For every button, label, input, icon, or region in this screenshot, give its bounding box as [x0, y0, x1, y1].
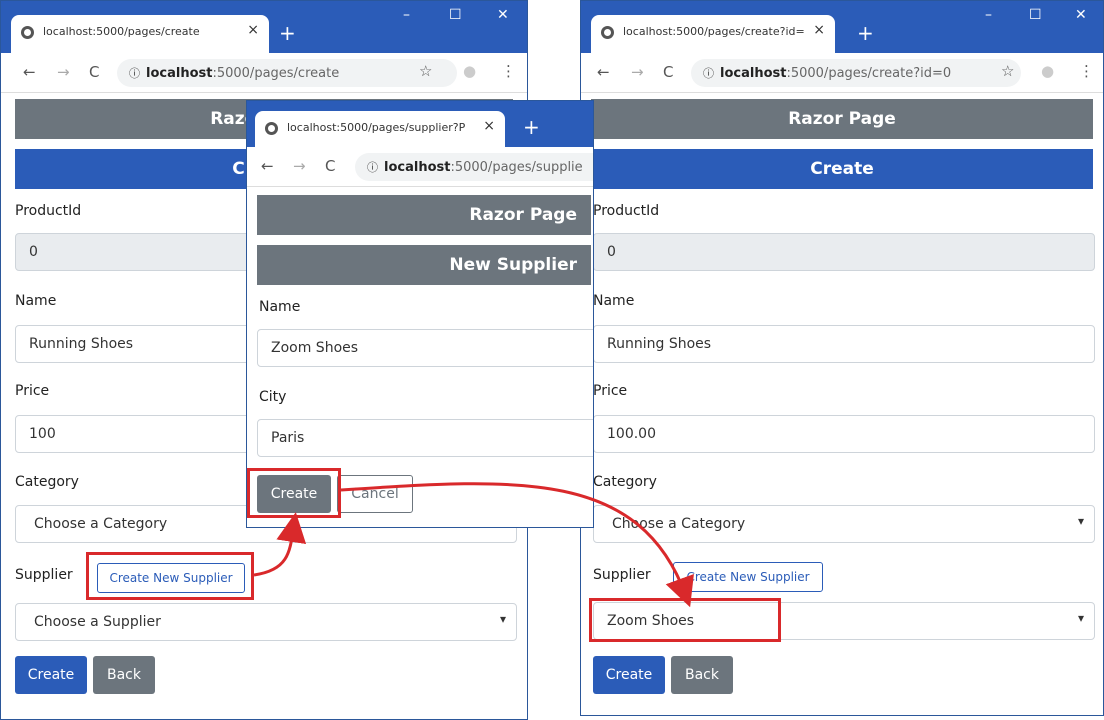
address-bar[interactable]: ⓘ localhost:5000/pages/create: [117, 59, 457, 87]
create-button[interactable]: Create: [15, 656, 87, 694]
title-bar: localhost:5000/pages/create?id= × + – ☐ …: [581, 1, 1103, 53]
highlight-create-new-supplier: [86, 552, 254, 600]
maximize-icon[interactable]: ☐: [1029, 7, 1042, 23]
page-header: Razor Page: [257, 195, 591, 235]
productid-field: 0: [593, 233, 1095, 271]
action-header: New Supplier: [257, 245, 591, 285]
highlight-supplier-create: [247, 468, 341, 518]
close-tab-icon[interactable]: ×: [247, 22, 259, 38]
title-bar: localhost:5000/pages/supplier?P × +: [247, 101, 593, 147]
info-icon: ⓘ: [129, 67, 140, 80]
close-window-icon[interactable]: ✕: [497, 7, 509, 23]
new-tab-icon[interactable]: +: [523, 117, 540, 137]
tab-title: localhost:5000/pages/supplier?P: [287, 121, 466, 134]
create-button[interactable]: Create: [593, 656, 665, 694]
back-arrow-icon[interactable]: ←: [23, 63, 36, 81]
url-host: localhost: [720, 66, 787, 81]
url-path: :5000/pages/create: [212, 66, 340, 81]
reload-icon[interactable]: C: [663, 63, 673, 81]
tab-title: localhost:5000/pages/create?id=: [623, 25, 805, 38]
browser-tab[interactable]: localhost:5000/pages/create?id= ×: [591, 15, 835, 53]
url-path: :5000/pages/create?id=0: [786, 66, 952, 81]
price-label: Price: [593, 383, 628, 399]
cancel-button[interactable]: Cancel: [337, 475, 413, 513]
address-bar[interactable]: ⓘ localhost:5000/pages/supplie: [355, 153, 593, 181]
close-tab-icon[interactable]: ×: [483, 118, 495, 134]
productid-label: ProductId: [15, 203, 82, 219]
back-button[interactable]: Back: [671, 656, 733, 694]
browser-tab[interactable]: localhost:5000/pages/create ×: [11, 15, 269, 53]
header-text: Razor Page: [788, 109, 896, 129]
name-label: Name: [593, 293, 635, 309]
reload-icon[interactable]: C: [325, 157, 335, 175]
name-field[interactable]: Running Shoes: [593, 325, 1095, 363]
name-label: Name: [15, 293, 57, 309]
url-host: localhost: [384, 160, 451, 175]
url-host: localhost: [146, 66, 213, 81]
title-bar: localhost:5000/pages/create × + – ☐ ✕: [1, 1, 527, 53]
close-window-icon[interactable]: ✕: [1075, 7, 1087, 23]
name-field[interactable]: Zoom Shoes: [257, 329, 593, 367]
city-label: City: [259, 389, 287, 405]
star-icon[interactable]: ☆: [419, 62, 432, 80]
menu-icon[interactable]: ⋮: [1079, 62, 1094, 80]
info-icon: ⓘ: [367, 161, 378, 174]
header-text: Razor Page: [469, 205, 577, 225]
category-label: Category: [593, 474, 657, 490]
menu-icon[interactable]: ⋮: [501, 62, 516, 80]
category-select[interactable]: Choose a Category: [593, 505, 1095, 543]
minimize-icon[interactable]: –: [985, 7, 992, 23]
globe-icon: [601, 26, 614, 39]
supplier-label: Supplier: [15, 567, 73, 583]
supplier-select[interactable]: Choose a Supplier: [15, 603, 517, 641]
address-bar[interactable]: ⓘ localhost:5000/pages/create?id=0: [691, 59, 1021, 87]
back-arrow-icon[interactable]: ←: [597, 63, 610, 81]
tab-title: localhost:5000/pages/create: [43, 25, 200, 38]
browser-window-supplier: localhost:5000/pages/supplier?P × + ← → …: [246, 100, 594, 528]
maximize-icon[interactable]: ☐: [449, 7, 462, 23]
globe-icon: [21, 26, 34, 39]
close-tab-icon[interactable]: ×: [813, 22, 825, 38]
browser-tab[interactable]: localhost:5000/pages/supplier?P ×: [255, 111, 505, 147]
forward-arrow-icon[interactable]: →: [57, 63, 70, 81]
action-text: New Supplier: [449, 255, 577, 275]
forward-arrow-icon[interactable]: →: [293, 157, 306, 175]
name-label: Name: [259, 299, 301, 315]
browser-toolbar: ← → C ⓘ localhost:5000/pages/create ☆ ● ⋮: [1, 53, 527, 93]
supplier-label: Supplier: [593, 567, 651, 583]
create-new-supplier-button[interactable]: Create New Supplier: [673, 562, 823, 592]
category-label: Category: [15, 474, 79, 490]
page-header: Razor Page: [591, 99, 1093, 139]
action-text: Create: [810, 159, 874, 179]
productid-label: ProductId: [593, 203, 660, 219]
forward-arrow-icon[interactable]: →: [631, 63, 644, 81]
browser-toolbar: ← → C ⓘ localhost:5000/pages/supplie: [247, 147, 593, 187]
profile-icon[interactable]: ●: [463, 62, 476, 80]
price-field[interactable]: 100.00: [593, 415, 1095, 453]
highlight-supplier-select: [589, 598, 781, 642]
star-icon[interactable]: ☆: [1001, 62, 1014, 80]
profile-icon[interactable]: ●: [1041, 62, 1054, 80]
action-header: Create: [591, 149, 1093, 189]
browser-toolbar: ← → C ⓘ localhost:5000/pages/create?id=0 …: [581, 53, 1103, 93]
url-path: :5000/pages/supplie: [450, 160, 583, 175]
back-button[interactable]: Back: [93, 656, 155, 694]
city-field[interactable]: Paris: [257, 419, 593, 457]
price-label: Price: [15, 383, 50, 399]
minimize-icon[interactable]: –: [403, 7, 410, 23]
back-arrow-icon[interactable]: ←: [261, 157, 274, 175]
new-tab-icon[interactable]: +: [857, 23, 874, 43]
globe-icon: [265, 122, 278, 135]
info-icon: ⓘ: [703, 67, 714, 80]
new-tab-icon[interactable]: +: [279, 23, 296, 43]
reload-icon[interactable]: C: [89, 63, 99, 81]
